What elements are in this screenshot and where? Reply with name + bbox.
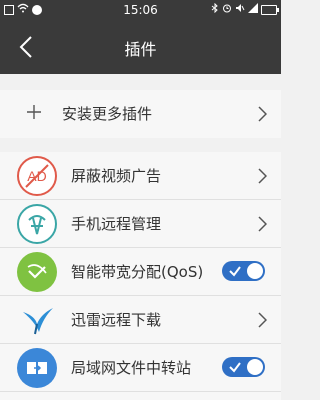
file-transfer-icon [17, 348, 57, 388]
remote-manage-icon [17, 204, 57, 244]
status-right-icons [211, 2, 279, 16]
plugin-row-file-transfer: 局域网文件中转站 [0, 344, 281, 392]
plugin-label: 迅雷远程下载 [71, 311, 162, 329]
install-more-plugins-label: 安装更多插件 [62, 105, 153, 123]
signal-icon [248, 3, 258, 16]
install-more-plugins-row[interactable]: 安装更多插件 [0, 90, 281, 138]
plugin-label: 屏蔽视频广告 [71, 167, 162, 185]
plugin-label: 智能带宽分配(QoS) [71, 263, 204, 281]
plugin-label: 手机远程管理 [71, 215, 162, 233]
divider [0, 391, 281, 392]
header-bar: 插件 [0, 20, 281, 74]
mute-icon [235, 3, 245, 16]
chevron-right-icon [258, 216, 267, 232]
page-title: 插件 [124, 40, 157, 59]
toggle-knob [247, 359, 263, 375]
check-icon [229, 362, 241, 373]
ad-block-icon: AD [17, 156, 57, 196]
toggle-knob [247, 263, 263, 279]
plugin-list: AD 屏蔽视频广告 手机远程管理 智能带宽分配(QoS) 迅雷远程下载 [0, 152, 281, 400]
chevron-right-icon [258, 168, 267, 184]
plus-icon [27, 105, 41, 119]
alarm-icon [222, 3, 232, 16]
plugin-label: 局域网文件中转站 [71, 359, 192, 377]
bandwidth-qos-icon [17, 252, 57, 292]
chevron-right-icon [258, 106, 267, 122]
add-more-section: 安装更多插件 [0, 90, 281, 138]
plugin-row-thunder[interactable]: 迅雷远程下载 [0, 296, 281, 344]
battery-icon [261, 4, 279, 15]
chevron-right-icon [258, 312, 267, 328]
check-icon [229, 266, 241, 277]
qos-toggle[interactable] [222, 261, 265, 281]
plugin-row-remote-manage[interactable]: 手机远程管理 [0, 200, 281, 248]
plugin-row-adblock[interactable]: AD 屏蔽视频广告 [0, 152, 281, 200]
bluetooth-icon [211, 2, 219, 16]
status-bar: 15:06 [0, 0, 281, 20]
plugin-row-qos: 智能带宽分配(QoS) [0, 248, 281, 296]
thunder-bird-icon [17, 300, 57, 340]
file-transfer-toggle[interactable] [222, 357, 265, 377]
